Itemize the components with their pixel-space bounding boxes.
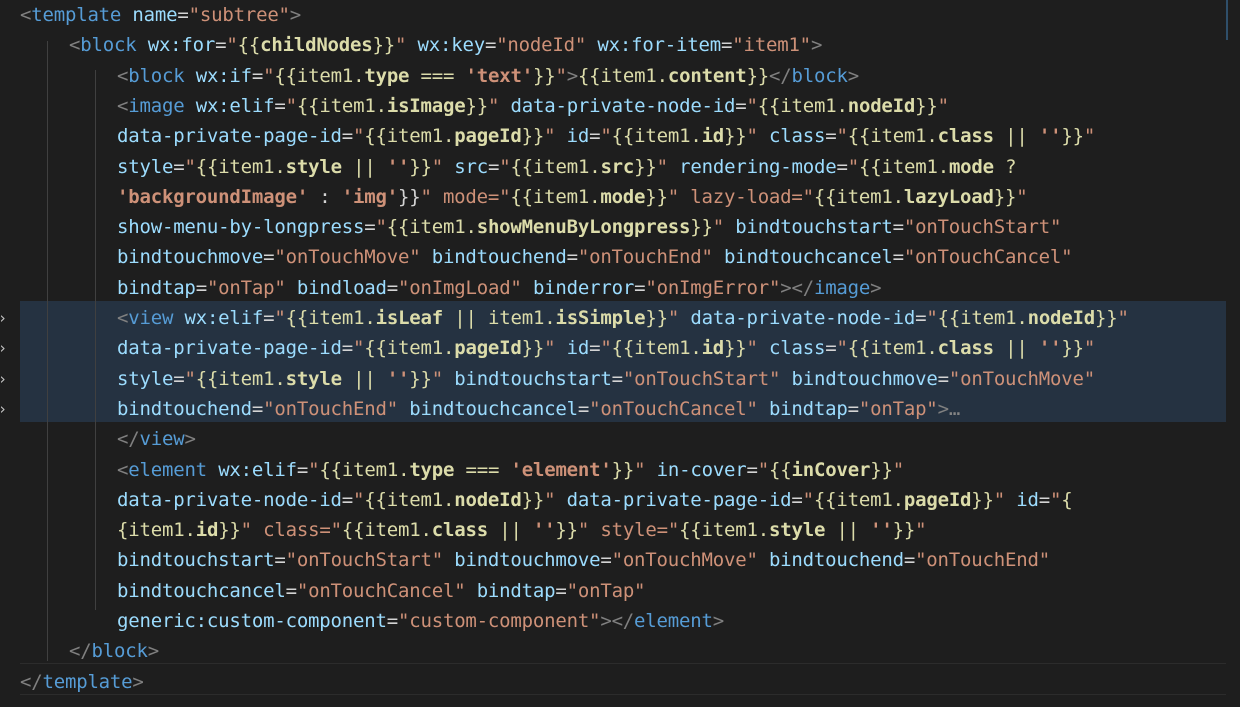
code-line[interactable]: <template name="subtree"> — [20, 0, 301, 30]
indent-guide — [95, 70, 96, 610]
fold-chevron-icon[interactable]: › — [0, 364, 7, 394]
code-line[interactable]: show-menu-by-longpress="{{item1.showMenu… — [117, 212, 1061, 242]
fold-chevron-icon[interactable]: › — [0, 303, 7, 333]
code-line[interactable]: <view wx:elif="{{item1.isLeaf || item1.i… — [117, 303, 1129, 333]
code-line[interactable]: bindtouchcancel="onTouchCancel" bindtap=… — [117, 576, 646, 606]
current-line-highlight — [20, 663, 1226, 695]
code-line[interactable]: {item1.id}}" class="{{item1.class || ''}… — [117, 515, 927, 545]
code-line[interactable]: generic:custom-component="custom-compone… — [117, 606, 724, 636]
code-line[interactable]: <block wx:for="{{childNodes}}" wx:key="n… — [69, 30, 822, 60]
code-line[interactable]: </view> — [117, 424, 196, 454]
indent-guide — [47, 41, 48, 661]
code-line[interactable]: style="{{item1.style || ''}}" bindtouchs… — [117, 364, 1095, 394]
code-line[interactable]: 'backgroundImage' : 'img'}}" mode="{{ite… — [117, 182, 1028, 212]
code-line[interactable]: bindtouchstart="onTouchStart" bindtouchm… — [117, 545, 1050, 575]
scrollbar-marker[interactable] — [1226, 0, 1228, 40]
code-line[interactable]: data-private-page-id="{{item1.pageId}}" … — [117, 333, 1095, 363]
code-line[interactable]: <block wx:if="{{item1.type === 'text'}}"… — [117, 61, 859, 91]
code-line[interactable]: bindtouchmove="onTouchMove" bindtouchend… — [117, 242, 1073, 272]
code-line[interactable]: data-private-page-id="{{item1.pageId}}" … — [117, 121, 1095, 151]
fold-chevron-icon[interactable]: › — [0, 394, 7, 424]
code-editor[interactable]: <template name="subtree"> <block wx:for="… — [0, 0, 1240, 707]
fold-chevron-icon[interactable]: › — [0, 333, 7, 363]
code-line[interactable]: <image wx:elif="{{item1.isImage}}" data-… — [117, 91, 949, 121]
code-line[interactable]: style="{{item1.style || ''}}" src="{{ite… — [117, 152, 1017, 182]
code-line[interactable]: <element wx:elif="{{item1.type === 'elem… — [117, 455, 904, 485]
code-line[interactable]: bindtap="onTap" bindload="onImgLoad" bin… — [117, 273, 882, 303]
code-line[interactable]: </block> — [69, 636, 159, 666]
code-line[interactable]: data-private-node-id="{{item1.nodeId}}" … — [117, 485, 1073, 515]
code-line[interactable]: bindtouchend="onTouchEnd" bindtouchcance… — [117, 394, 960, 424]
code-line[interactable]: </template> — [20, 667, 144, 697]
